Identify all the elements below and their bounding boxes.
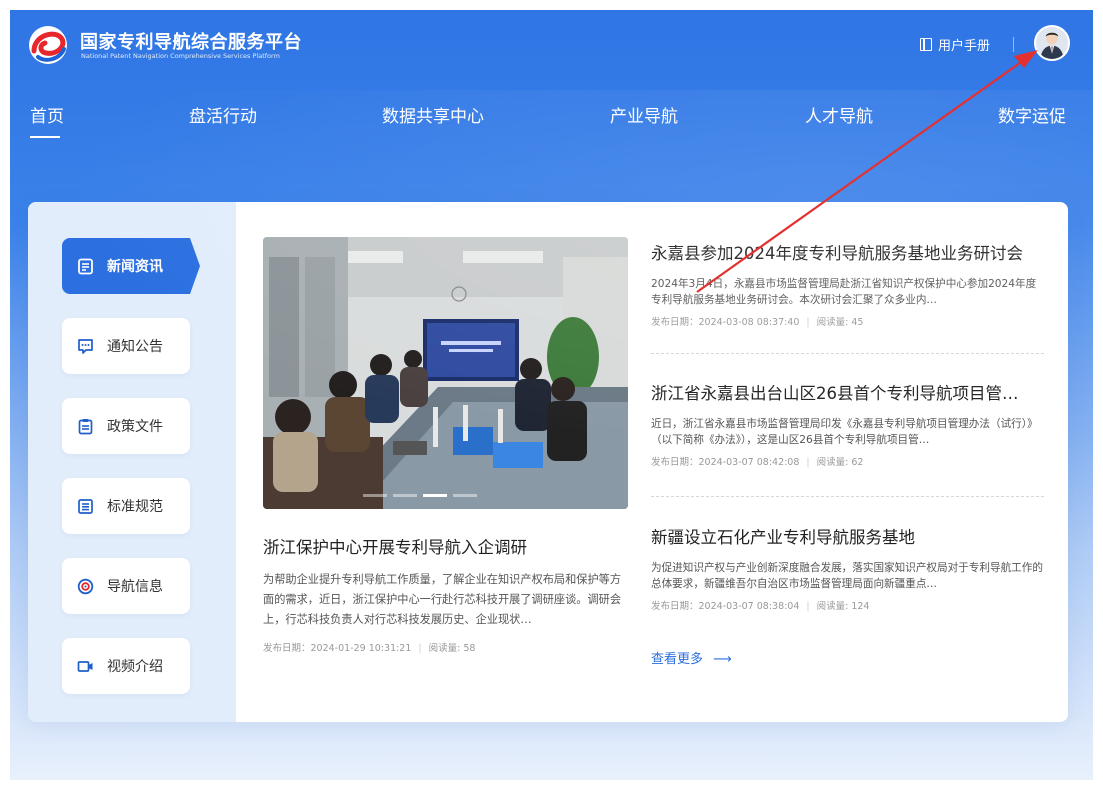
news-item[interactable]: 新疆设立石化产业专利导航服务基地 为促进知识产权与产业创新深度融合发展，落实国家… [651, 524, 1044, 612]
view-more-label: 查看更多 [651, 652, 704, 667]
sidebar-item-label: 政策文件 [107, 419, 163, 435]
nav-active-indicator [30, 136, 60, 138]
nav-home[interactable]: 首页 [30, 102, 64, 127]
publish-date: 发布日期：2024-03-07 08:38:04 [651, 601, 800, 612]
read-count: 阅读量: 62 [816, 457, 864, 468]
divider [651, 353, 1044, 354]
user-avatar[interactable] [1034, 25, 1070, 61]
hero-background: 国家专利导航综合服务平台 National Patent Navigation … [10, 10, 1093, 780]
sidebar-item-label: 新闻资讯 [107, 259, 163, 275]
arrow-right-icon: ⟶ [713, 652, 732, 667]
document-icon [77, 258, 94, 275]
nav-digital[interactable]: 数字运促 [998, 102, 1066, 127]
news-title[interactable]: 浙江省永嘉县出台山区26县首个专利导航项目管… [651, 380, 1044, 404]
nav-talent[interactable]: 人才导航 [805, 102, 873, 127]
list-icon [77, 498, 94, 515]
sidebar-item-label: 导航信息 [107, 579, 163, 595]
news-item[interactable]: 永嘉县参加2024年度专利导航服务基地业务研讨会 2024年3月4日，永嘉县市场… [651, 240, 1044, 328]
divider [651, 496, 1044, 497]
sidebar-item-label: 视频介绍 [107, 659, 163, 675]
news-meta: 发布日期：2024-03-07 08:38:04 | 阅读量: 124 [651, 601, 870, 612]
publish-date: 发布日期：2024-03-08 08:37:40 [651, 317, 800, 328]
sidebar-item-news[interactable]: 新闻资讯 [62, 238, 200, 294]
nav-revitalize[interactable]: 盘活行动 [189, 102, 257, 127]
read-count: 阅读量: 45 [816, 317, 864, 328]
feature-news-summary: 为帮助企业提升专利导航工作质量，了解企业在知识产权布局和保护等方面的需求，近日，… [263, 573, 622, 626]
person-icon [1036, 27, 1068, 59]
sidebar-item-notices[interactable]: 通知公告 [62, 318, 190, 374]
platform-subtitle: National Patent Navigation Comprehensive… [81, 52, 280, 60]
news-card: 新闻资讯 通知公告 政策文件 标准规范 导航信息 视频介绍 浙江保护中心开展专利… [28, 202, 1068, 722]
feature-news-title[interactable]: 浙江保护中心开展专利导航入企调研 [263, 534, 527, 558]
platform-logo[interactable] [26, 23, 70, 67]
platform-title: 国家专利导航综合服务平台 [80, 32, 302, 53]
sidebar-item-policy[interactable]: 政策文件 [62, 398, 190, 454]
top-bar: 国家专利导航综合服务平台 National Patent Navigation … [10, 10, 1093, 80]
carousel-dot[interactable] [393, 494, 417, 497]
news-summary: 为促进知识产权与产业创新深度融合发展，落实国家知识产权局对于专利导航工作的总体要… [651, 562, 1043, 590]
news-summary: 2024年3月4日，永嘉县市场监督管理局赴浙江省知识产权保护中心参加2024年度… [651, 278, 1037, 306]
message-icon [77, 338, 94, 355]
header-divider [1013, 37, 1014, 52]
carousel-dot[interactable] [363, 494, 387, 497]
sidebar-item-standards[interactable]: 标准规范 [62, 478, 190, 534]
news-summary: 近日，浙江省永嘉县市场监督管理局印发《永嘉县专利导航项目管理办法（试行）》（以下… [651, 418, 1038, 446]
sidebar-item-label: 通知公告 [107, 339, 163, 355]
feature-news-meta: 发布日期：2024-01-29 10:31:21 | 阅读量: 58 [263, 643, 476, 654]
nav-data-sharing[interactable]: 数据共享中心 [382, 102, 484, 127]
user-manual-label: 用户手册 [938, 39, 991, 54]
sidebar-item-video[interactable]: 视频介绍 [62, 638, 190, 694]
nav-industry[interactable]: 产业导航 [610, 102, 678, 127]
user-manual-link[interactable]: 用户手册 [920, 35, 990, 54]
meeting-photo [263, 237, 628, 509]
feature-news-image[interactable] [263, 237, 628, 509]
book-icon [920, 38, 932, 51]
view-more-link[interactable]: 查看更多 ⟶ [651, 648, 732, 667]
carousel-indicators [363, 494, 477, 497]
read-count: 阅读量: 58 [428, 643, 476, 654]
sidebar-item-label: 标准规范 [107, 499, 163, 515]
clipboard-icon [77, 418, 94, 435]
target-icon [77, 578, 94, 595]
video-icon [77, 658, 94, 675]
news-title[interactable]: 永嘉县参加2024年度专利导航服务基地业务研讨会 [651, 240, 1044, 264]
carousel-dot[interactable] [453, 494, 477, 497]
news-title[interactable]: 新疆设立石化产业专利导航服务基地 [651, 524, 1044, 548]
news-item[interactable]: 浙江省永嘉县出台山区26县首个专利导航项目管… 近日，浙江省永嘉县市场监督管理局… [651, 380, 1044, 468]
publish-date: 发布日期：2024-03-07 08:42:08 [651, 457, 800, 468]
news-meta: 发布日期：2024-03-08 08:37:40 | 阅读量: 45 [651, 317, 864, 328]
category-sidebar: 新闻资讯 通知公告 政策文件 标准规范 导航信息 视频介绍 [28, 202, 236, 722]
read-count: 阅读量: 124 [816, 601, 870, 612]
carousel-dot[interactable] [423, 494, 447, 497]
news-meta: 发布日期：2024-03-07 08:42:08 | 阅读量: 62 [651, 457, 864, 468]
publish-date: 发布日期：2024-01-29 10:31:21 [263, 643, 412, 654]
sidebar-item-nav-info[interactable]: 导航信息 [62, 558, 190, 614]
